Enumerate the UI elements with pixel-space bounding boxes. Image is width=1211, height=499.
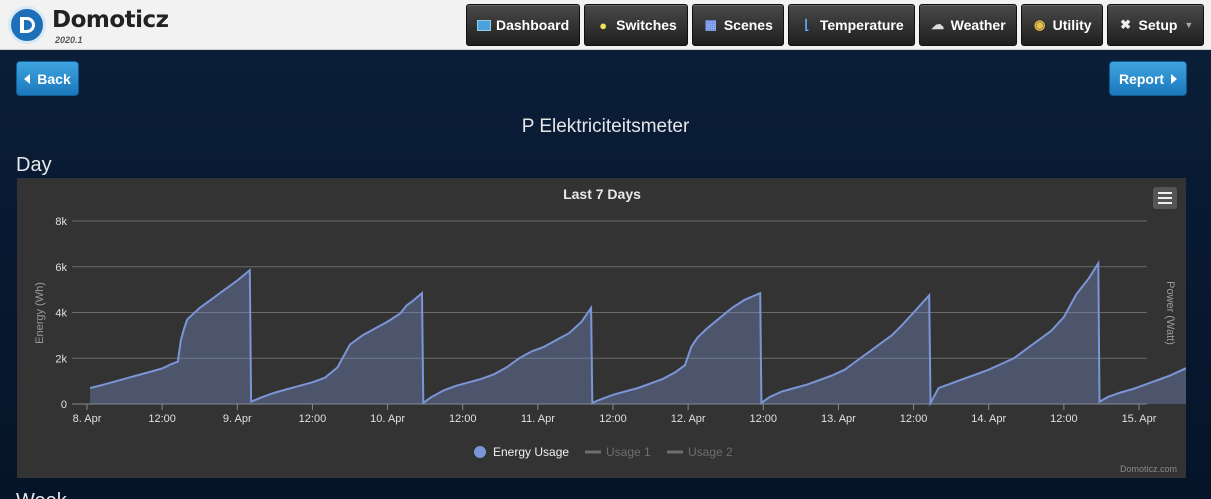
setup-icon: ✖	[1120, 17, 1131, 32]
report-button-label: Report	[1118, 70, 1165, 87]
nav-utility-label: Utility	[1052, 17, 1092, 33]
top-navbar: Domoticz 2020.1 Dashboard ● Switches ▦ S…	[0, 0, 1211, 50]
y-tick-label: 4k	[55, 308, 67, 320]
day-chart-panel: Last 7 Days 0 2k 4k 6k 8k Energy (Wh) Power (Wa…	[17, 178, 1186, 478]
nav-weather[interactable]: ☁ Weather	[918, 4, 1017, 46]
legend-label-energy-usage: Energy Usage	[493, 445, 569, 459]
nav-switches-label: Switches	[616, 17, 677, 33]
thermometer-icon: ⌊	[804, 17, 810, 32]
chart-title: Last 7 Days	[563, 186, 641, 202]
y-tick-label: 8k	[55, 216, 67, 228]
nav-temperature-label: Temperature	[819, 17, 904, 33]
x-tick-label: 11. Apr	[521, 413, 555, 425]
utility-icon: ◉	[1033, 17, 1046, 32]
x-tick-label: 12:00	[449, 413, 477, 425]
energy-chart: Last 7 Days 0 2k 4k 6k 8k Energy (Wh) Power (Wa…	[34, 186, 1186, 474]
arrow-right-icon	[1171, 73, 1178, 84]
nav-dashboard-label: Dashboard	[496, 17, 570, 33]
chart-credit: Domoticz.com	[1120, 464, 1177, 474]
x-tick-label: 12. Apr	[671, 413, 706, 425]
domoticz-logo-icon	[8, 6, 46, 44]
x-tick-label: 9. Apr	[223, 413, 252, 425]
nav-scenes-label: Scenes	[723, 17, 773, 33]
x-tick-label: 15. Apr	[1122, 413, 1157, 425]
y-axis-right-label: Power (Watt)	[1164, 281, 1176, 345]
x-tick-label: 12:00	[900, 413, 928, 425]
back-button-label: Back	[37, 70, 71, 87]
legend-label-usage-1: Usage 1	[606, 445, 651, 459]
app-version: 2020.1	[55, 35, 83, 45]
nav-utility[interactable]: ◉ Utility	[1020, 4, 1103, 46]
dashboard-icon	[477, 19, 491, 31]
x-tick-label: 8. Apr	[73, 413, 102, 425]
nav-dashboard[interactable]: Dashboard	[466, 4, 581, 46]
nav-setup-label: Setup	[1138, 17, 1178, 33]
nav-scenes[interactable]: ▦ Scenes	[691, 4, 784, 46]
x-tick-label: 14. Apr	[971, 413, 1006, 425]
report-button[interactable]: Report	[1109, 61, 1187, 96]
section-heading-day: Day	[16, 154, 52, 176]
nav-setup[interactable]: ✖ Setup ▼	[1106, 4, 1205, 46]
x-tick-label: 10. Apr	[370, 413, 405, 425]
y-tick-label: 2k	[55, 353, 67, 365]
energy-usage-area	[90, 263, 1186, 404]
legend-label-usage-2: Usage 2	[688, 445, 733, 459]
back-button[interactable]: Back	[16, 61, 79, 96]
nav-temperature[interactable]: ⌊ Temperature	[787, 4, 915, 46]
x-tick-label: 12:00	[148, 413, 176, 425]
lightbulb-icon: ●	[599, 17, 608, 33]
section-heading-week: Week	[16, 490, 67, 499]
scenes-icon: ▦	[704, 17, 717, 32]
device-title: P Elektriciteitsmeter	[521, 116, 690, 137]
y-tick-label: 6k	[55, 262, 67, 274]
domoticz-logo[interactable]: Domoticz 2020.1	[8, 4, 169, 46]
x-tick-label: 12:00	[750, 413, 778, 425]
x-tick-label: 12:00	[1050, 413, 1078, 425]
main-nav: Dashboard ● Switches ▦ Scenes ⌊ Temperat…	[466, 4, 1205, 46]
chart-menu-icon[interactable]	[1153, 187, 1177, 209]
y-axis-left-label: Energy (Wh)	[34, 282, 46, 344]
x-tick-label: 13. Apr	[821, 413, 856, 425]
y-tick-label: 0	[61, 399, 67, 411]
x-tick-label: 12:00	[299, 413, 327, 425]
nav-weather-label: Weather	[950, 17, 1006, 33]
app-name: Domoticz	[52, 7, 169, 33]
arrow-left-icon	[24, 73, 31, 84]
nav-switches[interactable]: ● Switches	[584, 4, 688, 46]
chevron-down-icon: ▼	[1184, 20, 1194, 30]
legend-marker-energy-usage	[474, 446, 486, 458]
weather-icon: ☁	[931, 17, 945, 32]
x-tick-label: 12:00	[599, 413, 627, 425]
